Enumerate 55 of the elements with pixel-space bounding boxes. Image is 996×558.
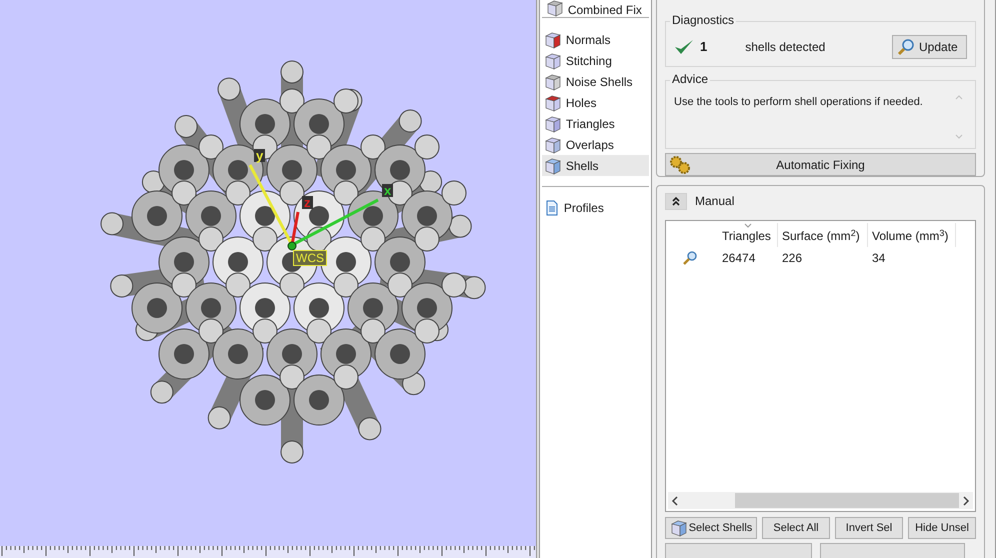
origin-dot <box>288 242 296 250</box>
sidebar-item[interactable]: Triangles <box>542 113 649 134</box>
column-header[interactable]: Volume (mm$^{3}$) <box>868 223 956 247</box>
shell-count: 1 <box>700 38 708 56</box>
update-button[interactable]: Update <box>892 35 967 59</box>
horizontal-scrollbar[interactable] <box>668 492 973 509</box>
table-cell-text: 34 <box>871 250 886 267</box>
action-button[interactable]: Select Shells <box>665 517 757 539</box>
cube-icon <box>670 519 688 537</box>
sidebar-item[interactable]: Overlaps <box>542 134 649 155</box>
table-cell-text: 226 <box>781 250 804 267</box>
table-cell-text: 26474 <box>721 250 756 267</box>
cube-icon <box>544 114 562 132</box>
advice-text: Use the tools to perform shell operations if needed. <box>674 95 924 110</box>
group-title: Diagnostics <box>670 13 736 27</box>
group-title: Advice <box>670 72 710 86</box>
gears-icon <box>668 154 692 174</box>
status-text: shells detected <box>745 39 826 56</box>
chevron-up-icon <box>671 196 681 206</box>
automatic-fixing-button[interactable]: Automatic Fixing <box>665 153 976 176</box>
cut-off-button[interactable] <box>665 543 812 558</box>
sidebar-item[interactable]: Profiles <box>542 197 649 218</box>
cube-icon <box>546 0 564 17</box>
sidebar-item[interactable]: Combined Fix <box>568 3 642 17</box>
section-title: Manual <box>695 193 734 210</box>
3d-viewport[interactable]: y x z WCS <box>0 0 536 558</box>
cube-icon <box>544 52 562 70</box>
cube-icon <box>544 136 562 154</box>
sidebar-item[interactable]: Normals <box>542 29 649 50</box>
sidebar-item[interactable]: Holes <box>542 92 649 113</box>
cube-icon <box>544 156 562 174</box>
sidebar-item[interactable]: Noise Shells <box>542 71 649 92</box>
document-icon <box>546 200 558 216</box>
axis-label: x <box>382 184 394 197</box>
action-button[interactable]: Invert Sel <box>835 517 903 539</box>
magnifier-icon <box>682 250 698 266</box>
sidebar-item[interactable]: Stitching <box>542 50 649 71</box>
scrollbar-thumb[interactable] <box>735 493 959 508</box>
column-header[interactable]: Surface (mm$^{2}$) <box>778 223 868 247</box>
cube-icon <box>544 30 562 48</box>
sort-caret-icon <box>744 223 752 228</box>
scroll-down-icon <box>955 134 963 140</box>
cube-icon <box>544 72 562 90</box>
sidebar-item[interactable]: Shells <box>542 155 649 176</box>
action-button[interactable]: Hide Unsel <box>908 517 976 539</box>
scroll-up-icon <box>955 94 963 100</box>
axis-label: z <box>302 196 312 209</box>
collapse-button[interactable] <box>665 192 687 210</box>
wcs-label: WCS <box>293 250 327 266</box>
axis-label: y <box>254 149 266 162</box>
cube-icon <box>544 94 562 112</box>
cut-off-button[interactable] <box>820 543 965 558</box>
action-button[interactable]: Select All <box>762 517 830 539</box>
magnifier-icon <box>897 38 915 56</box>
column-header[interactable]: Triangles <box>718 223 778 247</box>
